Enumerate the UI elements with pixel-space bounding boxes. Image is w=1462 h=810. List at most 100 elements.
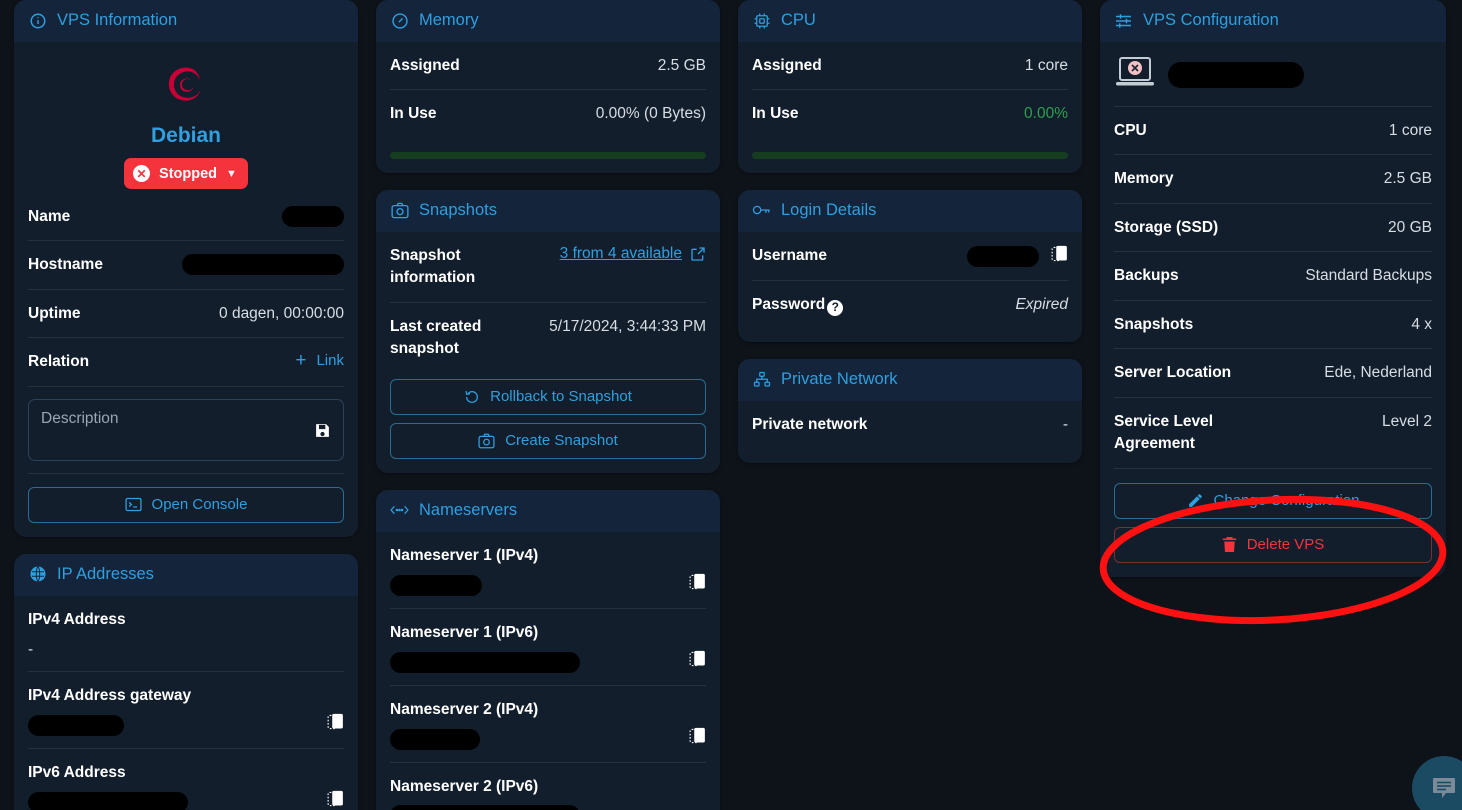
open-console-button[interactable]: Open Console [28, 486, 344, 523]
memory-body: Assigned 2.5 GB In Use 0.00% (0 Bytes) [376, 42, 720, 173]
ip-addresses-body: IPv4 Address - IPv4 Address gateway IPv6… [14, 596, 358, 810]
delete-vps-label: Delete VPS [1246, 536, 1325, 554]
snapshots-available-link[interactable]: 3 from 4 available [560, 245, 706, 263]
config-value: Ede, Nederland [1324, 364, 1432, 382]
rollback-snapshot-button[interactable]: Rollback to Snapshot [390, 378, 706, 415]
vps-dashboard: VPS Information Debian ✕ Stopped ▼ Name … [0, 0, 1462, 810]
external-link-icon [691, 247, 705, 261]
config-row-cpu: CPU 1 core [1114, 107, 1432, 156]
username-row: Username [752, 232, 1068, 281]
memory-inuse-detail: (0 Bytes) [643, 105, 706, 123]
memory-assigned-value: 2.5 GB [657, 57, 706, 74]
private-network-value: - [1062, 416, 1068, 434]
debian-logo-icon [155, 56, 217, 118]
chevron-down-icon: ▼ [226, 167, 237, 180]
last-snapshot-label: Last created snapshot [390, 317, 482, 358]
copy-icon[interactable] [689, 727, 706, 750]
copy-icon[interactable] [1051, 245, 1068, 268]
pencil-icon [1188, 494, 1202, 508]
snapshots-body: Snapshot information 3 from 4 available … [376, 232, 720, 473]
globe-icon [28, 565, 47, 584]
config-row-snapshots: Snapshots 4 x [1114, 301, 1432, 350]
row-label: Uptime [28, 304, 81, 322]
laptop-error-icon [1114, 56, 1156, 93]
ip-item-ipv4: IPv4 Address - [28, 596, 344, 673]
username-label: Username [752, 246, 827, 264]
redacted-nameserver-value [390, 805, 580, 810]
nameservers-header: Nameservers [376, 489, 720, 532]
copy-icon[interactable] [327, 790, 344, 810]
code-arrows-icon [390, 501, 409, 520]
cpu-progress-bar [752, 151, 1068, 159]
private-network-label: Private network [752, 416, 868, 434]
row-label: Relation [28, 353, 90, 371]
cpu-header: CPU [738, 0, 1082, 42]
memory-inuse-row: In Use 0.00% (0 Bytes) [390, 90, 706, 137]
chip-icon [752, 11, 771, 30]
memory-header: Memory [376, 0, 720, 42]
redacted-nameserver-value [390, 652, 580, 674]
vps-configuration-card: VPS Configuration CPU 1 core Memory 2.5 … [1100, 0, 1446, 577]
cpu-assigned-row: Assigned 1 core [752, 42, 1068, 91]
private-network-title: Private Network [781, 370, 898, 389]
config-row-backups: Backups Standard Backups [1114, 252, 1432, 301]
description-input[interactable]: Description [28, 398, 344, 461]
column-memory-snapshots: Memory Assigned 2.5 GB In Use 0.00% (0 B… [376, 0, 720, 810]
close-icon: ✕ [133, 165, 151, 182]
redacted-value-ipv6 [28, 792, 188, 810]
save-icon[interactable] [314, 422, 331, 444]
redacted-value-ipv4-gateway [28, 715, 124, 737]
status-badge[interactable]: ✕ Stopped ▼ [124, 158, 248, 189]
login-details-card: Login Details Username Password? Expired [738, 189, 1082, 343]
trash-icon [1222, 537, 1236, 553]
cpu-assigned-label: Assigned [752, 57, 822, 74]
sliders-icon [1114, 11, 1133, 30]
chat-support-button[interactable] [1412, 756, 1462, 810]
copy-icon[interactable] [689, 573, 706, 596]
config-label: Memory [1114, 170, 1174, 188]
private-network-header: Private Network [738, 359, 1082, 402]
ip-addresses-header: IP Addresses [14, 553, 358, 596]
config-value: 1 core [1388, 122, 1432, 139]
create-snapshot-button[interactable]: Create Snapshot [390, 422, 706, 459]
delete-vps-button[interactable]: Delete VPS [1114, 526, 1432, 563]
memory-title: Memory [419, 11, 479, 29]
ip-item-label: IPv6 Address [28, 764, 126, 782]
memory-card: Memory Assigned 2.5 GB In Use 0.00% (0 B… [376, 0, 720, 173]
os-name: Debian [150, 124, 221, 147]
snapshot-information-row: Snapshot information 3 from 4 available [390, 232, 706, 303]
config-row-storage: Storage (SSD) 20 GB [1114, 204, 1432, 253]
copy-icon[interactable] [327, 713, 344, 736]
copy-icon[interactable] [689, 650, 706, 673]
description-placeholder: Description [41, 409, 119, 427]
vps-configuration-header: VPS Configuration [1100, 0, 1446, 42]
memory-progress-bar [390, 151, 706, 159]
help-icon[interactable]: ? [827, 299, 844, 316]
config-label: Snapshots [1114, 315, 1194, 333]
snapshots-card: Snapshots Snapshot information 3 from 4 … [376, 189, 720, 473]
memory-assigned-row: Assigned 2.5 GB [390, 42, 706, 91]
open-console-wrap: Open Console [28, 472, 344, 523]
ip-item-ipv6: IPv6 Address [28, 749, 344, 810]
ip-addresses-title: IP Addresses [57, 564, 154, 583]
vps-information-title: VPS Information [57, 11, 178, 29]
config-value: 2.5 GB [1383, 170, 1432, 188]
add-relation-link[interactable]: + Link [295, 351, 344, 370]
ip-item-value: - [28, 641, 34, 659]
snapshot-information-label: Snapshot information [390, 246, 476, 287]
config-value: 4 x [1411, 315, 1432, 333]
config-row-memory: Memory 2.5 GB [1114, 155, 1432, 204]
password-row: Password? Expired [752, 281, 1068, 328]
memory-assigned-label: Assigned [390, 57, 460, 74]
change-configuration-label: Change Configuration [1213, 492, 1360, 510]
nameservers-body: Nameserver 1 (IPv4) Nameserver 1 (IPv6) [376, 532, 720, 810]
nameserver-label: Nameserver 1 (IPv6) [390, 623, 539, 641]
memory-inuse-value: 0.00% (0 Bytes) [596, 103, 706, 125]
config-value: Standard Backups [1305, 267, 1432, 285]
nameserver-label: Nameserver 2 (IPv4) [390, 701, 539, 719]
config-label: Server Location [1114, 364, 1232, 382]
nameserver-item: Nameserver 2 (IPv4) [390, 686, 706, 764]
change-configuration-button[interactable]: Change Configuration [1114, 482, 1432, 519]
vps-information-card: VPS Information Debian ✕ Stopped ▼ Name … [14, 0, 358, 537]
config-row-sla: Service Level Agreement Level 2 [1114, 398, 1432, 469]
